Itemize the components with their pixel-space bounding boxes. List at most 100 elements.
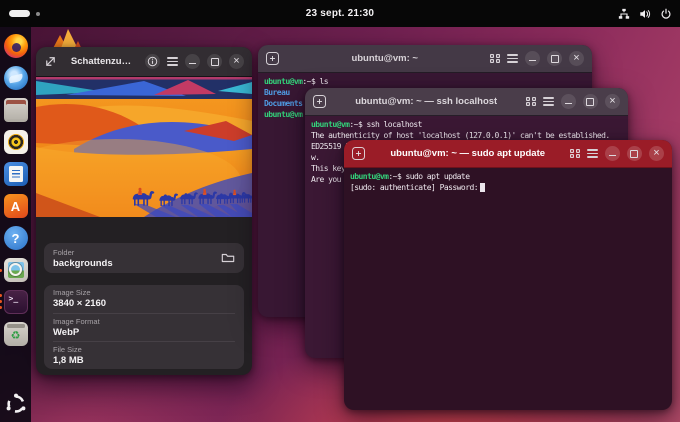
terminal-line: [sudo: authenticate] Password: <box>350 182 666 193</box>
dock-item-trash[interactable] <box>4 322 28 346</box>
help-icon <box>4 226 28 250</box>
trash-icon <box>4 322 28 346</box>
app-center-icon <box>4 194 28 218</box>
folder-value: backgrounds <box>53 258 221 269</box>
power-icon <box>660 8 672 20</box>
terminal3-title: ubuntu@vm: ~ — sudo apt update <box>390 148 545 159</box>
running-indicator-dot <box>0 306 2 309</box>
terminal-line: ubuntu@vm:~$ sudo apt update <box>350 171 666 182</box>
running-indicator-dot <box>0 269 2 272</box>
viewer-window-title: Schattenzu… <box>71 56 131 67</box>
terminal3-header-bar[interactable]: ubuntu@vm: ~ — sudo apt update <box>344 140 672 168</box>
close-button[interactable] <box>649 146 664 161</box>
thunderbird-icon <box>4 66 28 90</box>
terminal-line: ubuntu@vm:~$ ssh localhost <box>311 119 622 130</box>
command-text: :~$ ls <box>302 77 328 86</box>
info-button[interactable] <box>145 54 160 69</box>
tab-overview-icon[interactable] <box>490 54 500 64</box>
minimize-button[interactable] <box>185 54 200 69</box>
minimize-button[interactable] <box>561 94 576 109</box>
terminal3-content[interactable]: ubuntu@vm:~$ sudo apt update [sudo: auth… <box>344 168 672 410</box>
new-tab-icon[interactable] <box>352 147 365 160</box>
top-bar: 23 sept. 21:30 <box>0 0 680 27</box>
image-size-value: 3840 × 2160 <box>53 298 235 309</box>
image-format-value: WebP <box>53 327 235 338</box>
minimize-button[interactable] <box>605 146 620 161</box>
maximize-button[interactable] <box>583 94 598 109</box>
prompt-text: ubuntu@vm <box>311 120 349 129</box>
menu-button[interactable] <box>507 54 518 62</box>
output-text: The authenticity of host 'localhost (127… <box>311 131 610 140</box>
dock-item-thunderbird[interactable] <box>4 66 28 90</box>
file-size-label: File Size <box>53 345 235 355</box>
folder-label: Folder <box>53 248 221 258</box>
directory-name: Bureau <box>264 88 290 97</box>
dock-item-terminal[interactable] <box>4 290 28 314</box>
text-cursor <box>480 183 485 192</box>
menu-button[interactable] <box>587 149 598 157</box>
open-folder-icon[interactable] <box>221 252 235 264</box>
tab-overview-icon[interactable] <box>570 149 580 159</box>
close-button[interactable] <box>229 54 244 69</box>
command-text: :~$ sudo apt update <box>388 172 469 181</box>
new-tab-icon[interactable] <box>313 95 326 108</box>
terminal-line: ubuntu@vm:~$ ls <box>264 76 586 87</box>
clock[interactable]: 23 sept. 21:30 <box>0 8 680 19</box>
viewer-header-bar[interactable]: Schattenzu… <box>36 47 252 77</box>
folder-card: Folder backgrounds <box>44 243 244 273</box>
network-wired-icon <box>618 8 630 20</box>
dock-item-writer[interactable] <box>4 162 28 186</box>
prompt-text: ubuntu@vm <box>350 172 388 181</box>
terminal-icon <box>4 290 28 314</box>
maximize-button[interactable] <box>547 51 562 66</box>
file-size-value: 1,8 MB <box>53 355 235 366</box>
terminal-window-3-sudo: ubuntu@vm: ~ — sudo apt update ubuntu@vm… <box>344 140 672 410</box>
image-size-row: Image Size 3840 × 2160 <box>53 285 235 313</box>
menu-button[interactable] <box>543 97 554 105</box>
image-size-label: Image Size <box>53 288 235 298</box>
prompt-text: ubuntu@vm <box>264 110 302 119</box>
password-prompt-text: [sudo: authenticate] Password: <box>350 183 478 192</box>
file-size-row: File Size 1,8 MB <box>53 341 235 369</box>
dock-item-rhythmbox[interactable] <box>4 130 28 154</box>
maximize-button[interactable] <box>207 54 222 69</box>
prompt-text: ubuntu@vm <box>264 77 302 86</box>
dock <box>0 27 31 422</box>
wallpaper-preview-image[interactable] <box>36 77 252 217</box>
info-icon <box>147 56 158 67</box>
close-button[interactable] <box>569 51 584 66</box>
terminal1-title: ubuntu@vm: ~ <box>351 53 418 64</box>
close-button[interactable] <box>605 94 620 109</box>
image-format-row: Image Format WebP <box>53 313 235 341</box>
output-text: w. <box>311 153 320 162</box>
minimize-button[interactable] <box>525 51 540 66</box>
dock-item-show-apps[interactable] <box>4 392 28 416</box>
command-text: :~$ ssh localhost <box>349 120 422 129</box>
terminal1-header-bar[interactable]: ubuntu@vm: ~ <box>258 45 592 73</box>
image-format-label: Image Format <box>53 317 235 327</box>
new-tab-icon[interactable] <box>266 52 279 65</box>
tab-overview-icon[interactable] <box>526 97 536 107</box>
dock-item-app-center[interactable] <box>4 194 28 218</box>
dock-item-help[interactable] <box>4 226 28 250</box>
system-tray[interactable] <box>618 0 672 27</box>
dock-item-files[interactable] <box>4 98 28 122</box>
fullscreen-expand-icon[interactable] <box>44 55 57 68</box>
maximize-button[interactable] <box>627 146 642 161</box>
image-viewer-window: Schattenzu… <box>36 47 252 375</box>
dock-item-firefox[interactable] <box>4 34 28 58</box>
image-viewer-icon <box>4 258 28 282</box>
running-indicator-dot <box>0 300 2 303</box>
terminal2-title: ubuntu@vm: ~ — ssh localhost <box>355 96 497 107</box>
firefox-icon <box>4 34 28 58</box>
directory-name: Documents <box>264 99 302 108</box>
desktop: 23 sept. 21:30 <box>0 0 680 422</box>
volume-icon <box>639 8 651 20</box>
dock-item-image-viewer[interactable] <box>4 258 28 282</box>
menu-button[interactable] <box>167 57 178 65</box>
running-indicator-dot <box>0 294 2 297</box>
terminal2-header-bar[interactable]: ubuntu@vm: ~ — ssh localhost <box>305 88 628 116</box>
rhythmbox-icon <box>4 130 28 154</box>
ubuntu-logo-icon <box>4 392 28 416</box>
files-icon <box>4 98 28 122</box>
